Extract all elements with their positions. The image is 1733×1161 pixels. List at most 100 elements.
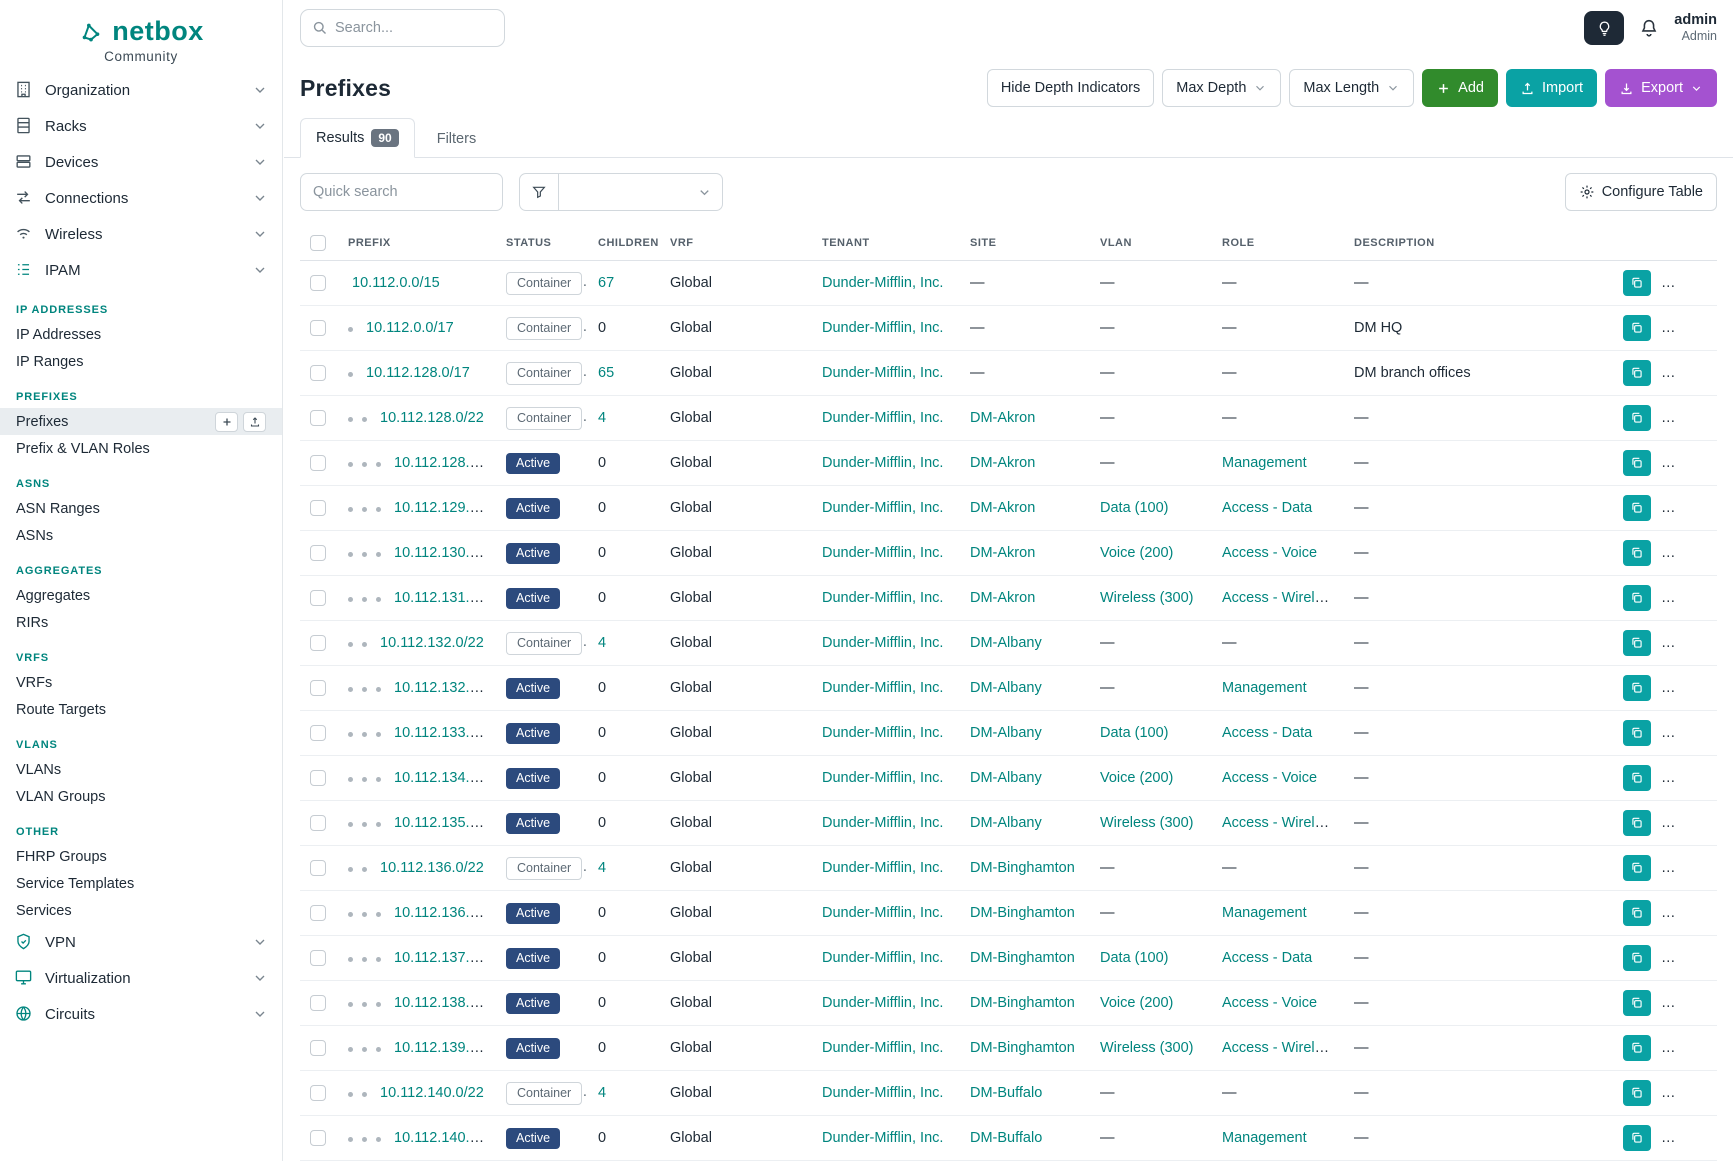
quick-search-input[interactable] [300, 173, 503, 211]
role-link[interactable]: Access - Data [1222, 950, 1312, 966]
role-link[interactable]: Access - Wireless [1222, 590, 1337, 606]
sidebar-add-prefix-button[interactable] [215, 412, 238, 432]
prefix-link[interactable]: 10.112.132.0/28 [394, 680, 496, 696]
prefix-link[interactable]: 10.112.134.0/24 [394, 770, 496, 786]
sidebar-item-prefixes[interactable]: Prefixes [0, 408, 282, 435]
role-link[interactable]: Access - Voice [1222, 545, 1317, 561]
row-checkbox[interactable] [310, 320, 326, 336]
copy-button[interactable] [1623, 1035, 1651, 1061]
site-link[interactable]: DM-Binghamton [970, 995, 1075, 1011]
site-link[interactable]: DM-Albany [970, 680, 1042, 696]
notifications-button[interactable] [1638, 17, 1660, 39]
filter-button[interactable] [519, 173, 559, 211]
tenant-link[interactable]: Dunder-Mifflin, Inc. [822, 1130, 943, 1146]
site-link[interactable]: DM-Akron [970, 590, 1035, 606]
edit-button[interactable] [1661, 1080, 1709, 1106]
column-header-role[interactable]: ROLE [1212, 226, 1344, 261]
prefix-link[interactable]: 10.112.131.0/24 [394, 590, 496, 606]
copy-button[interactable] [1623, 675, 1651, 701]
site-link[interactable]: DM-Albany [970, 770, 1042, 786]
row-checkbox[interactable] [310, 410, 326, 426]
prefix-link[interactable]: 10.112.129.0/24 [394, 500, 496, 516]
sidebar-item-vlan-groups[interactable]: VLAN Groups [0, 783, 282, 810]
tenant-link[interactable]: Dunder-Mifflin, Inc. [822, 815, 943, 831]
edit-button[interactable] [1661, 810, 1709, 836]
tenant-link[interactable]: Dunder-Mifflin, Inc. [822, 590, 943, 606]
row-checkbox[interactable] [310, 680, 326, 696]
column-header-vlan[interactable]: VLAN [1090, 226, 1212, 261]
row-checkbox[interactable] [310, 815, 326, 831]
sidebar-item-fhrp-groups[interactable]: FHRP Groups [0, 843, 282, 870]
sidebar-item-service-templates[interactable]: Service Templates [0, 870, 282, 897]
edit-button[interactable] [1661, 720, 1709, 746]
copy-button[interactable] [1623, 765, 1651, 791]
role-link[interactable]: Management [1222, 905, 1307, 921]
copy-button[interactable] [1623, 315, 1651, 341]
configure-table-button[interactable]: Configure Table [1565, 173, 1717, 211]
max-depth-dropdown[interactable]: Max Depth [1162, 69, 1281, 107]
role-link[interactable]: Management [1222, 455, 1307, 471]
edit-button[interactable] [1661, 1035, 1709, 1061]
children-count-link[interactable]: 67 [598, 275, 614, 291]
site-link[interactable]: DM-Buffalo [970, 1130, 1042, 1146]
prefix-link[interactable]: 10.112.136.0/22 [380, 860, 484, 876]
column-header-vrf[interactable]: VRF [660, 226, 812, 261]
tenant-link[interactable]: Dunder-Mifflin, Inc. [822, 365, 943, 381]
user-menu[interactable]: admin Admin [1674, 11, 1717, 45]
vlan-link[interactable]: Wireless (300) [1100, 815, 1193, 831]
site-link[interactable]: DM-Binghamton [970, 950, 1075, 966]
site-link[interactable]: DM-Albany [970, 725, 1042, 741]
tenant-link[interactable]: Dunder-Mifflin, Inc. [822, 545, 943, 561]
tenant-link[interactable]: Dunder-Mifflin, Inc. [822, 725, 943, 741]
role-link[interactable]: Access - Wireless [1222, 1040, 1337, 1056]
children-count-link[interactable]: 4 [598, 410, 606, 426]
prefix-link[interactable]: 10.112.133.0/24 [394, 725, 496, 741]
vlan-link[interactable]: Data (100) [1100, 725, 1169, 741]
row-checkbox[interactable] [310, 905, 326, 921]
sidebar-item-ipam[interactable]: IPAM [0, 252, 282, 288]
saved-filter-select[interactable] [559, 173, 723, 211]
copy-button[interactable] [1623, 900, 1651, 926]
edit-button[interactable] [1661, 450, 1709, 476]
site-link[interactable]: DM-Akron [970, 545, 1035, 561]
import-button[interactable]: Import [1506, 69, 1597, 107]
copy-button[interactable] [1623, 405, 1651, 431]
row-checkbox[interactable] [310, 725, 326, 741]
site-link[interactable]: DM-Binghamton [970, 1040, 1075, 1056]
prefix-link[interactable]: 10.112.137.0/24 [394, 950, 496, 966]
tenant-link[interactable]: Dunder-Mifflin, Inc. [822, 500, 943, 516]
children-count-link[interactable]: 4 [598, 1085, 606, 1101]
hide-depth-indicators-button[interactable]: Hide Depth Indicators [987, 69, 1154, 107]
tenant-link[interactable]: Dunder-Mifflin, Inc. [822, 905, 943, 921]
prefix-link[interactable]: 10.112.135.0/24 [394, 815, 496, 831]
row-checkbox[interactable] [310, 275, 326, 291]
vlan-link[interactable]: Wireless (300) [1100, 590, 1193, 606]
tenant-link[interactable]: Dunder-Mifflin, Inc. [822, 320, 943, 336]
prefix-link[interactable]: 10.112.128.0/17 [366, 365, 470, 381]
tenant-link[interactable]: Dunder-Mifflin, Inc. [822, 1085, 943, 1101]
role-link[interactable]: Access - Data [1222, 725, 1312, 741]
row-checkbox[interactable] [310, 770, 326, 786]
edit-button[interactable] [1661, 945, 1709, 971]
copy-button[interactable] [1623, 1080, 1651, 1106]
row-checkbox[interactable] [310, 455, 326, 471]
row-checkbox[interactable] [310, 500, 326, 516]
edit-button[interactable] [1661, 990, 1709, 1016]
row-checkbox[interactable] [310, 860, 326, 876]
row-checkbox[interactable] [310, 1130, 326, 1146]
sidebar-item-devices[interactable]: Devices [0, 144, 282, 180]
children-count-link[interactable]: 4 [598, 635, 606, 651]
sidebar-item-ip-addresses[interactable]: IP Addresses [0, 321, 282, 348]
edit-button[interactable] [1661, 765, 1709, 791]
copy-button[interactable] [1623, 855, 1651, 881]
sidebar-item-ip-ranges[interactable]: IP Ranges [0, 348, 282, 375]
vlan-link[interactable]: Data (100) [1100, 950, 1169, 966]
row-checkbox[interactable] [310, 1040, 326, 1056]
site-link[interactable]: DM-Akron [970, 455, 1035, 471]
role-link[interactable]: Access - Wireless [1222, 815, 1337, 831]
sidebar-item-vpn[interactable]: VPN [0, 924, 282, 960]
prefix-link[interactable]: 10.112.128.0/22 [380, 410, 484, 426]
prefix-link[interactable]: 10.112.130.0/24 [394, 545, 496, 561]
max-length-dropdown[interactable]: Max Length [1289, 69, 1414, 107]
prefix-link[interactable]: 10.112.138.0/24 [394, 995, 496, 1011]
